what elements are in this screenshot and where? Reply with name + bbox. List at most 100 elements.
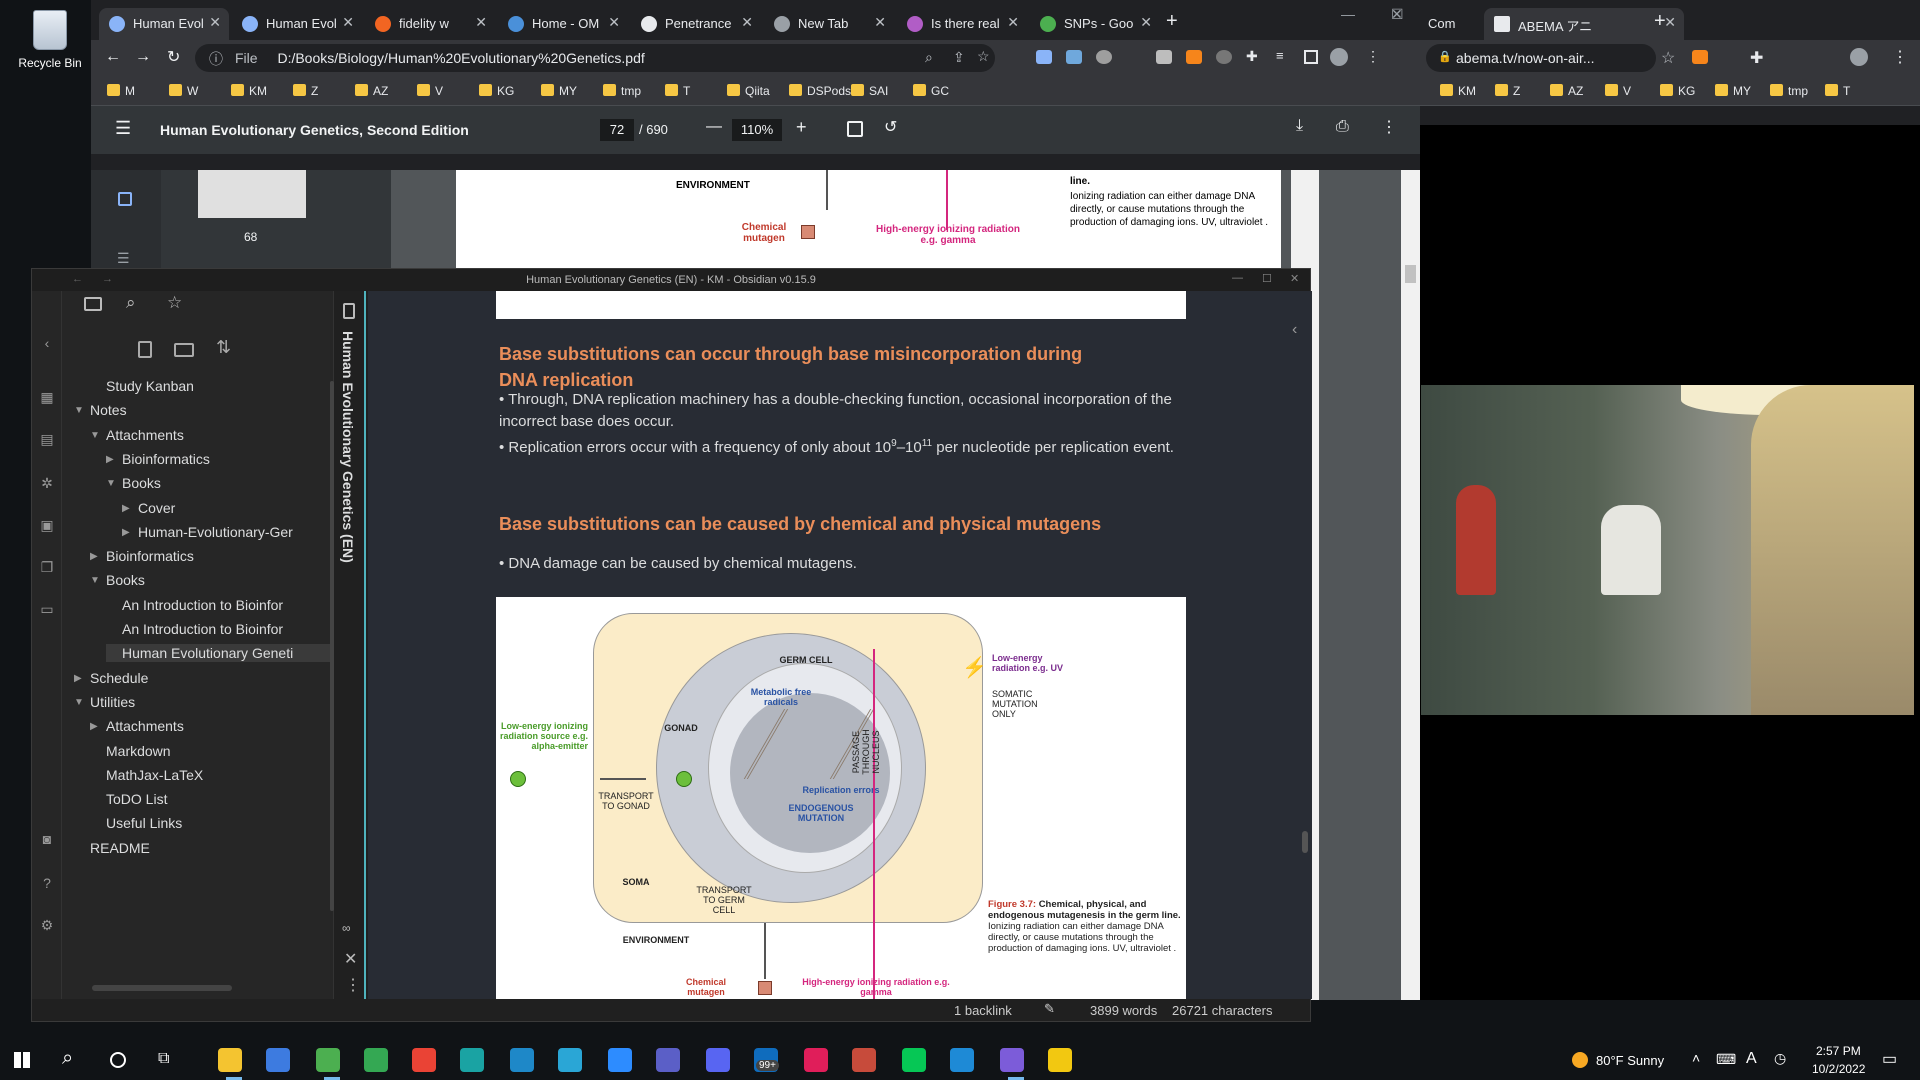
close-tab-icon[interactable]: ✕ (1664, 14, 1676, 31)
bookmark-item[interactable]: tmp (1770, 84, 1808, 98)
bookmark-item[interactable]: Z (1495, 84, 1520, 98)
edit-icon[interactable]: ✎ (1044, 1001, 1055, 1017)
file-tree-item[interactable]: Study Kanban (90, 377, 314, 395)
collapse-triangle-icon[interactable]: ▼ (74, 405, 84, 416)
file-tree-item[interactable]: ▶ Attachments (90, 717, 314, 735)
puzzle-icon-right[interactable]: ✚ (1750, 48, 1763, 68)
page-number-input[interactable]: 72 (600, 119, 634, 141)
expand-triangle-icon[interactable]: ▶ (74, 673, 82, 684)
clock-time[interactable]: 2:57 PM (1816, 1044, 1861, 1058)
pdf-menu-icon[interactable]: ☰ (115, 118, 131, 139)
reload-icon[interactable]: ↻ (167, 47, 180, 67)
extension-icon[interactable] (1066, 50, 1082, 64)
calendar-icon[interactable]: ▣ (39, 517, 55, 533)
share-icon[interactable]: ⇪ (953, 49, 965, 66)
file-tree-item[interactable]: Markdown (90, 742, 314, 760)
tab-1[interactable]: Human Evol ✕ (232, 8, 362, 40)
metamask-icon-right[interactable] (1692, 50, 1708, 64)
obsidian-icon[interactable] (1000, 1048, 1024, 1072)
chrome-icon[interactable] (412, 1048, 436, 1072)
bookmark-item[interactable]: DSPods (789, 84, 851, 98)
print-icon[interactable]: ⎙ (1336, 118, 1349, 136)
profile-avatar[interactable] (1330, 48, 1348, 66)
calendar-app-icon[interactable] (266, 1048, 290, 1072)
expand-triangle-icon[interactable]: ▶ (90, 721, 98, 732)
reading-mode-icon[interactable]: ∞ (342, 921, 351, 935)
search-tab-icon[interactable]: ⌕ (126, 293, 136, 313)
bookmark-item[interactable]: MY (1715, 84, 1751, 98)
bookmark-item[interactable]: T (1825, 84, 1850, 98)
metamask-icon[interactable] (1186, 50, 1202, 64)
file-explorer-icon[interactable] (218, 1048, 242, 1072)
menu-icon-right[interactable]: ⋮ (1892, 47, 1908, 67)
nav-back-icon[interactable]: ← (72, 273, 83, 285)
more-options-icon[interactable]: ⋮ (345, 975, 361, 995)
zoom-icon[interactable]: ⌕ (925, 49, 933, 66)
settings-icon[interactable]: ⚙ (39, 917, 55, 933)
file-tree-item[interactable]: Useful Links (90, 814, 314, 832)
clock-date[interactable]: 10/2/2022 (1812, 1062, 1865, 1076)
pdf-more-icon[interactable]: ⋮ (1381, 117, 1397, 137)
rotate-icon[interactable]: ↺ (884, 117, 897, 137)
clock-widget-icon[interactable]: ◷ (1774, 1050, 1786, 1067)
teams-icon[interactable] (656, 1048, 680, 1072)
edge-icon[interactable] (558, 1048, 582, 1072)
zoom-icon[interactable] (608, 1048, 632, 1072)
obsidian-close[interactable]: ✕ (1290, 272, 1299, 285)
sort-icon[interactable]: ⇅ (216, 337, 231, 358)
bookmark-item[interactable]: MY (541, 84, 577, 98)
file-tree-item[interactable]: ▶ Schedule (74, 669, 314, 687)
bookmark-item[interactable]: KM (231, 84, 267, 98)
close-tab-icon[interactable]: ✕ (1007, 14, 1019, 31)
zoom-in-icon[interactable]: + (796, 117, 807, 138)
zoom-level-input[interactable]: 110% (732, 119, 782, 141)
ime-icon[interactable]: A (1746, 1050, 1757, 1068)
copy-icon[interactable]: ❐ (39, 559, 55, 575)
close-tab-icon[interactable]: ✕ (874, 14, 886, 31)
file-tree-item[interactable]: Human Evolutionary Geneti (106, 644, 332, 663)
tab-4[interactable]: Penetrance ✕ (631, 8, 761, 40)
zoom-out-icon[interactable]: — (706, 118, 722, 136)
slack-icon[interactable] (804, 1048, 828, 1072)
starred-tab-icon[interactable]: ☆ (167, 293, 182, 313)
new-tab-button[interactable]: + (1166, 10, 1178, 33)
files-tab-icon[interactable] (84, 297, 102, 311)
file-tree-item[interactable]: ToDO List (90, 790, 314, 808)
file-tree-item[interactable]: An Introduction to Bioinfor (106, 620, 314, 638)
file-tree-item[interactable]: ▶ Human-Evolutionary-Ger (122, 523, 314, 541)
collapse-triangle-icon[interactable]: ▼ (90, 575, 100, 586)
minimize-button[interactable]: — (1341, 6, 1355, 22)
address-bar[interactable]: ⓘ File D:/Books/Biology/Human%20Evolutio… (195, 44, 995, 72)
file-tree-item[interactable]: ▶ Bioinformatics (106, 450, 314, 468)
bookmark-item[interactable]: Z (293, 84, 318, 98)
bookmark-star-icon[interactable]: ☆ (977, 48, 990, 65)
sidebar-hscrollbar[interactable] (92, 985, 232, 991)
vscode-icon[interactable] (950, 1048, 974, 1072)
puzzle-icon[interactable]: ✚ (1246, 48, 1258, 65)
search-icon[interactable]: ⌕ (62, 1047, 73, 1070)
page-thumbnail[interactable] (198, 170, 306, 218)
tab-3[interactable]: Home - OM ✕ (498, 8, 628, 40)
profile-avatar-right[interactable] (1850, 48, 1868, 66)
tab-0[interactable]: Human Evol ✕ (99, 8, 229, 40)
close-tab-icon[interactable]: ✕ (1140, 14, 1152, 31)
edge-icon[interactable] (510, 1048, 534, 1072)
obsidian-minimize[interactable]: — (1232, 272, 1243, 284)
tab-7[interactable]: SNPs - Goo ✕ (1030, 8, 1160, 40)
graph-icon[interactable]: ✲ (39, 475, 55, 491)
collapse-triangle-icon[interactable]: ▼ (90, 430, 100, 441)
expand-triangle-icon[interactable]: ▶ (90, 551, 98, 562)
menu-icon[interactable]: ⋮ (1366, 48, 1380, 65)
bookmark-item[interactable]: AZ (355, 84, 388, 98)
bookmark-item[interactable]: KG (479, 84, 514, 98)
download-icon[interactable]: ⤓ (1296, 117, 1303, 135)
notification-icon[interactable]: ▭ (1882, 1049, 1897, 1069)
file-tree-item[interactable]: ▼ Attachments (90, 426, 314, 444)
file-tree-item[interactable]: An Introduction to Bioinfor (106, 596, 314, 614)
file-tree-item[interactable]: README (74, 839, 314, 857)
bookmark-item[interactable]: tmp (603, 84, 641, 98)
nav-forward-icon[interactable]: → (102, 273, 113, 285)
anime-video-frame[interactable] (1421, 385, 1914, 715)
close-tab-icon[interactable]: ✕ (608, 14, 620, 31)
expand-triangle-icon[interactable]: ▶ (106, 454, 114, 465)
